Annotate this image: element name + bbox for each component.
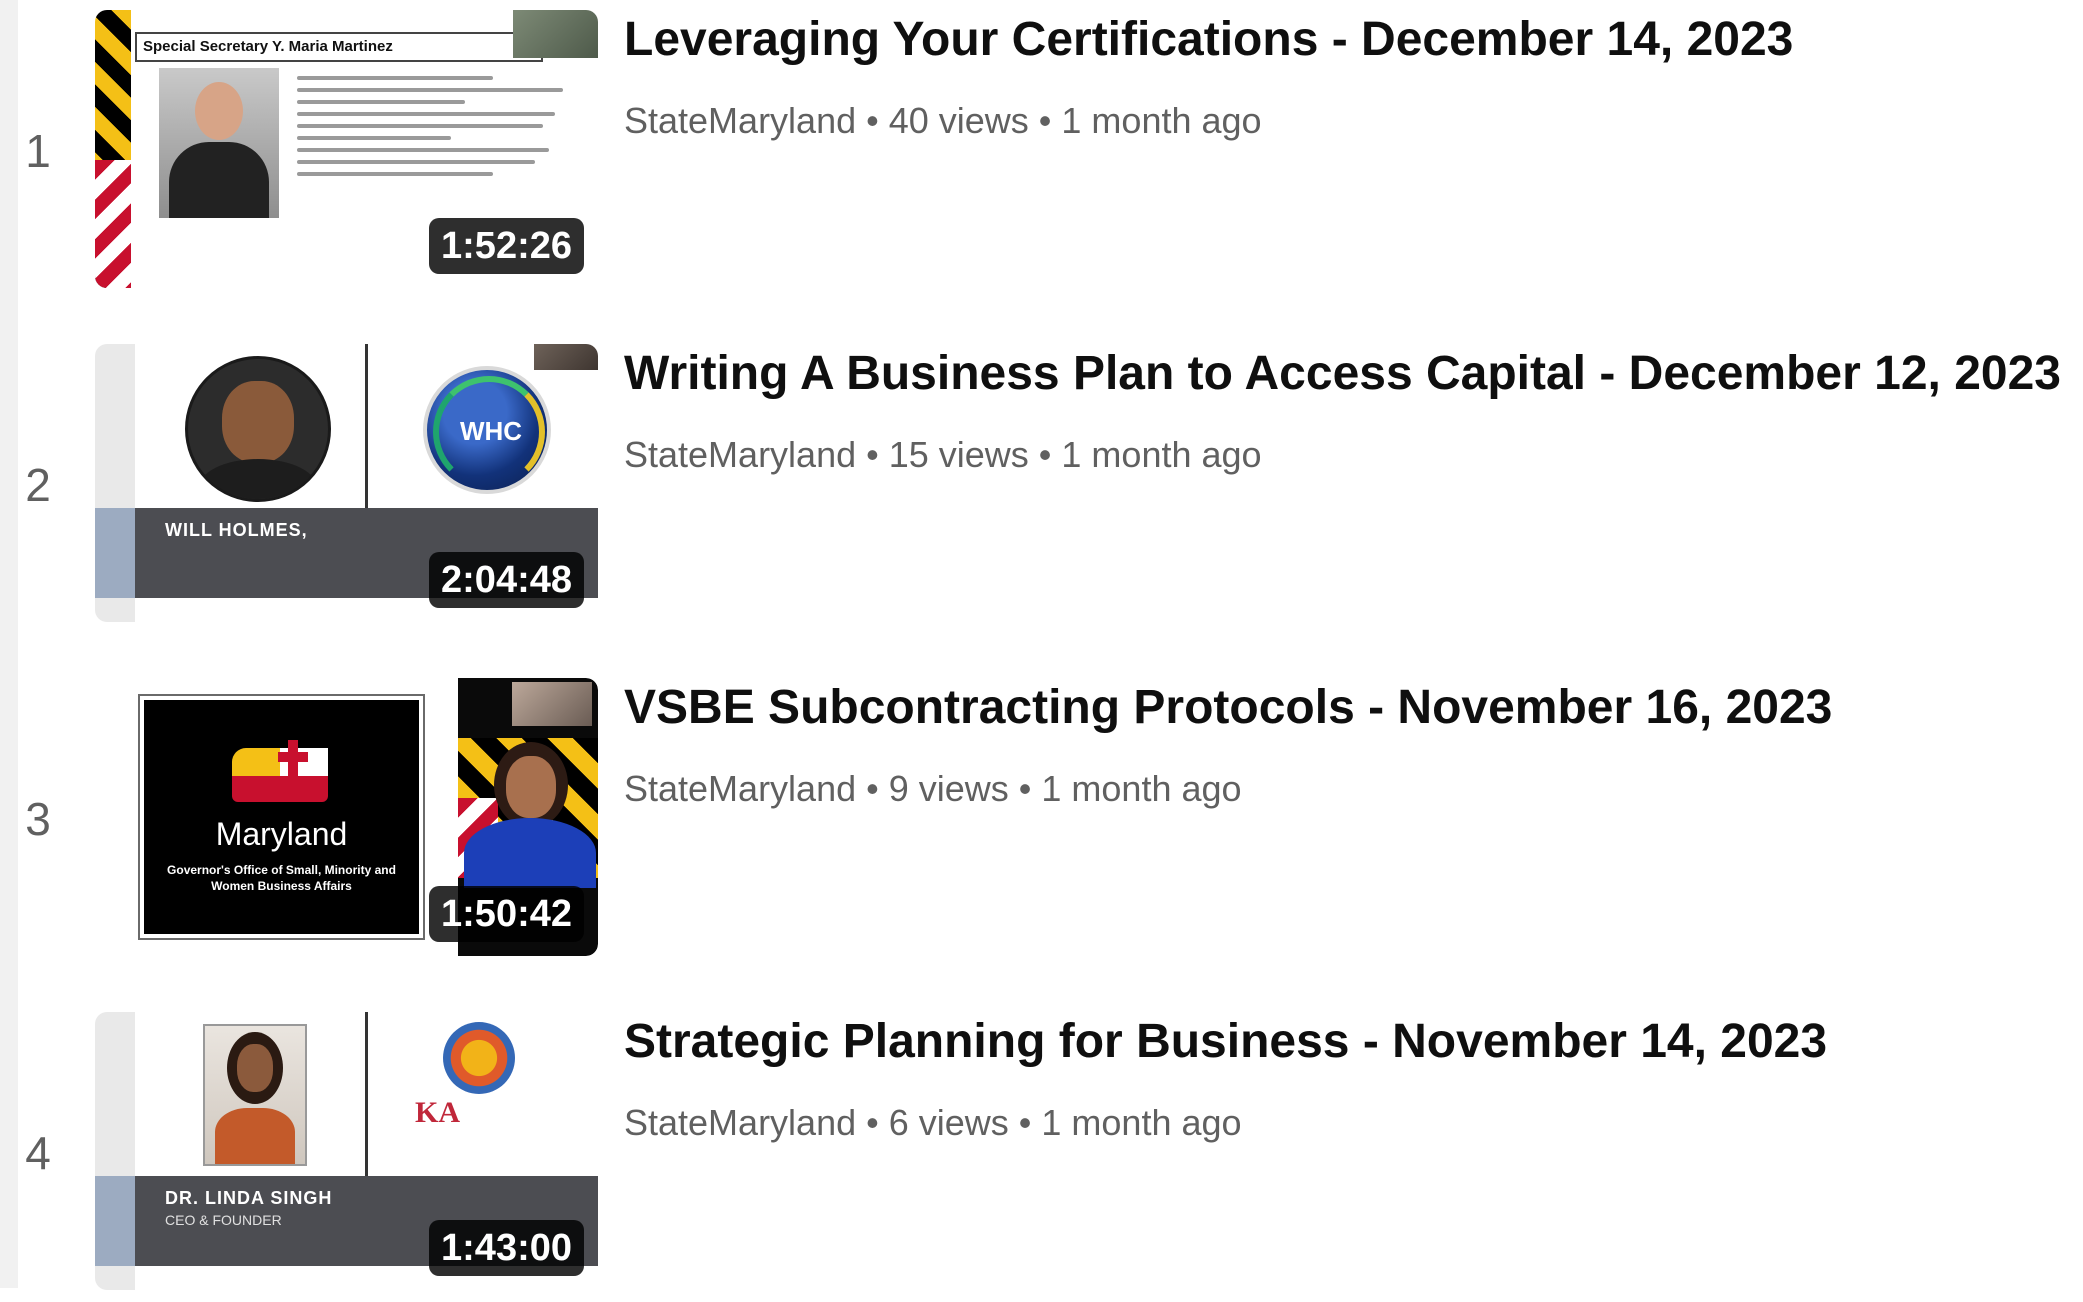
slide-bullets [297,68,577,238]
meta-separator: • [1038,434,1052,475]
kaleidoscope-wordmark: KA [415,1096,460,1129]
whc-logo: WHC [423,366,551,494]
upload-age: 1 month ago [1041,768,1242,809]
speaker-name: WILL HOLMES, [165,520,308,540]
meta-separator: • [1018,768,1032,809]
speaker-role: CEO & FOUNDER [165,1212,282,1228]
video-meta: StateMaryland • 40 views • 1 month ago [624,99,2064,143]
channel-name[interactable]: StateMaryland [624,100,856,141]
view-count: 15 views [888,434,1029,475]
item-index: 4 [25,1127,51,1179]
upload-age: 1 month ago [1041,1102,1242,1143]
speaker-portrait [159,68,279,218]
video-title[interactable]: Strategic Planning for Business - Novemb… [624,1012,2064,1072]
meta-separator: • [866,434,879,475]
speaker-name: DR. LINDA SINGH [165,1188,333,1208]
kaleidoscope-logo-icon [443,1022,515,1094]
video-thumbnail[interactable]: WHC WILL HOLMES, 2:04:48 [95,344,598,622]
playlist-item[interactable]: 1 Special Secretary Y. Maria Martinez 1:… [0,0,2083,300]
view-count: 40 views [888,100,1029,141]
playlist-item[interactable]: 2 WHC WILL HOLMES, 2:04:48 Writing A Bus… [0,334,2083,634]
video-thumbnail[interactable]: KA DR. LINDA SINGH CEO & FOUNDER 1:43:00 [95,1012,598,1290]
presenter-pip [513,10,598,58]
video-meta: StateMaryland • 6 views • 1 month ago [624,1101,2064,1145]
video-title[interactable]: Writing A Business Plan to Access Capita… [624,344,2064,404]
channel-name[interactable]: StateMaryland [624,434,856,475]
maryland-logo [232,740,328,806]
video-thumbnail[interactable]: Special Secretary Y. Maria Martinez 1:52… [95,10,598,288]
maryland-flag-stripe-red [95,160,131,288]
item-index: 1 [25,125,51,177]
video-info: Writing A Business Plan to Access Capita… [624,344,2064,477]
video-title[interactable]: Leveraging Your Certifications - Decembe… [624,10,2064,70]
speaker-avatar [185,356,331,502]
video-info: VSBE Subcontracting Protocols - November… [624,678,2064,811]
video-info: Leveraging Your Certifications - Decembe… [624,10,2064,143]
playlist-item[interactable]: 4 KA DR. LINDA SINGH CEO & FOUNDER 1:43:… [0,1002,2083,1302]
channel-name[interactable]: StateMaryland [624,1102,856,1143]
duration-badge: 1:43:00 [429,1220,584,1276]
playlist-item[interactable]: 3 Maryland Governor's Office of Small, M… [0,668,2083,968]
video-title[interactable]: VSBE Subcontracting Protocols - November… [624,678,2064,738]
video-info: Strategic Planning for Business - Novemb… [624,1012,2064,1145]
item-index: 3 [25,793,51,845]
brand-name: Maryland [215,816,348,852]
upload-age: 1 month ago [1061,100,1262,141]
meta-separator: • [866,768,879,809]
presenter-pip [534,344,598,370]
video-thumbnail[interactable]: Maryland Governor's Office of Small, Min… [95,678,598,956]
speaker-portrait [203,1024,307,1166]
meta-separator: • [1018,1102,1032,1143]
brand-subtitle: Governor's Office of Small, Minority and… [167,863,396,893]
video-meta: StateMaryland • 15 views • 1 month ago [624,433,2064,477]
video-meta: StateMaryland • 9 views • 1 month ago [624,767,2064,811]
view-count: 6 views [888,1102,1009,1143]
duration-badge: 1:50:42 [429,886,584,942]
meta-separator: • [866,100,879,141]
duration-badge: 2:04:48 [429,552,584,608]
upload-age: 1 month ago [1061,434,1262,475]
view-count: 9 views [888,768,1009,809]
maryland-title-card: Maryland Governor's Office of Small, Min… [138,694,425,940]
slide-heading: Special Secretary Y. Maria Martinez [135,32,543,62]
duration-badge: 1:52:26 [429,218,584,274]
meta-separator: • [1038,100,1052,141]
item-index: 2 [25,459,51,511]
channel-name[interactable]: StateMaryland [624,768,856,809]
meta-separator: • [866,1102,879,1143]
playlist-video-list: 1 Special Secretary Y. Maria Martinez 1:… [0,0,2083,1290]
